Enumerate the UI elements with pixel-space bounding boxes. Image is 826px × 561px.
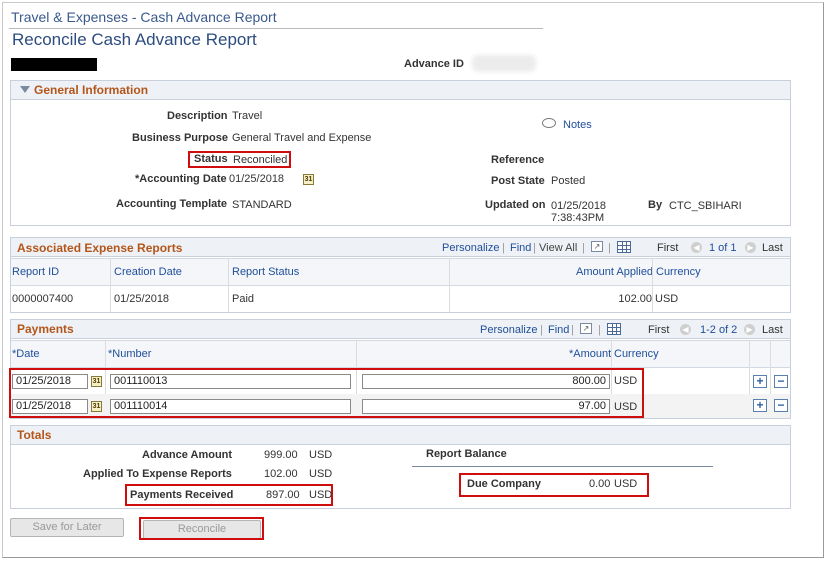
payments-received-label: Payments Received <box>130 489 234 501</box>
save-for-later-button[interactable]: Save for Later <box>10 518 124 537</box>
expense-find-link[interactable]: Find <box>510 242 531 254</box>
advance-id-value-redacted <box>472 55 536 72</box>
redacted-name-block <box>11 58 97 71</box>
payments-title: Payments <box>17 322 74 336</box>
description-label: Description <box>167 110 228 122</box>
report-balance-label: Report Balance <box>426 448 507 460</box>
col-report-status[interactable]: Report Status <box>232 266 299 278</box>
breadcrumb-divider <box>9 28 543 29</box>
col-payment-currency[interactable]: Currency <box>614 348 659 360</box>
post-state-value: Posted <box>551 175 586 187</box>
updated-on-time: 7:38:43PM <box>551 212 605 224</box>
due-company-value: 0.00 <box>589 478 611 490</box>
payments-last-label: Last <box>762 324 783 336</box>
previous-icon[interactable]: ◀ <box>691 242 702 253</box>
col-date[interactable]: *Date <box>12 348 40 360</box>
page-title: Reconcile Cash Advance Report <box>12 30 257 49</box>
applied-label: Applied To Expense Reports <box>83 468 232 480</box>
payments-next-icon[interactable]: ▶ <box>744 324 755 335</box>
advance-amount-currency: USD <box>309 449 333 461</box>
accounting-date-label: *Accounting Date <box>135 173 227 185</box>
expense-personalize-link[interactable]: Personalize <box>442 242 499 254</box>
totals-header <box>11 426 790 445</box>
plus-icon[interactable]: + <box>753 399 767 412</box>
notes-link[interactable]: Notes <box>563 119 592 131</box>
advance-amount-label: Advance Amount <box>142 449 233 461</box>
minus-icon[interactable]: − <box>774 375 788 388</box>
by-value: CTC_SBIHARI <box>669 200 742 212</box>
col-currency[interactable]: Currency <box>656 266 701 278</box>
payments-first-label: First <box>648 324 670 336</box>
table-row-status: Paid <box>232 293 255 305</box>
col-amount[interactable]: *Amount <box>569 348 611 360</box>
download-grid-icon[interactable] <box>617 241 631 253</box>
status-value: Reconciled <box>233 154 288 166</box>
calendar-icon[interactable]: 31 <box>303 174 314 185</box>
expense-first-label: First <box>657 242 679 254</box>
payments-received-value: 897.00 <box>266 489 300 501</box>
reconcile-highlight-box <box>139 517 264 540</box>
table-row-currency: USD <box>655 293 679 305</box>
expense-view-all-link[interactable]: View All <box>539 242 577 254</box>
updated-on-date: 01/25/2018 <box>551 200 607 212</box>
general-information-title: General Information <box>34 83 149 97</box>
zoom-icon[interactable]: ↗ <box>591 241 603 252</box>
expense-reports-title: Associated Expense Reports <box>17 241 183 255</box>
col-report-id[interactable]: Report ID <box>12 266 59 278</box>
by-label: By <box>648 199 663 211</box>
expense-last-label: Last <box>762 242 783 254</box>
payments-download-grid-icon[interactable] <box>607 323 621 335</box>
due-company-label: Due Company <box>467 478 541 490</box>
due-company-currency: USD <box>614 478 638 490</box>
reference-label: Reference <box>491 154 545 166</box>
business-purpose-value: General Travel and Expense <box>232 132 372 144</box>
report-balance-divider <box>412 466 713 467</box>
next-icon[interactable]: ▶ <box>745 242 756 253</box>
payments-range: 1-2 of 2 <box>700 324 738 336</box>
minus-icon[interactable]: − <box>774 399 788 412</box>
plus-icon[interactable]: + <box>753 375 767 388</box>
description-value: Travel <box>232 110 263 122</box>
totals-title: Totals <box>17 428 52 442</box>
applied-currency: USD <box>309 468 333 480</box>
table-row-creation-date: 01/25/2018 <box>114 293 170 305</box>
payments-find-link[interactable]: Find <box>548 324 569 336</box>
payments-personalize-link[interactable]: Personalize <box>480 324 537 336</box>
applied-value: 102.00 <box>264 468 298 480</box>
accounting-template-value: STANDARD <box>232 199 292 211</box>
accounting-date-value: 01/25/2018 <box>229 173 285 185</box>
accounting-template-label: Accounting Template <box>116 198 228 210</box>
col-number[interactable]: *Number <box>108 348 151 360</box>
payments-received-currency: USD <box>309 489 333 501</box>
triangle-down-icon[interactable] <box>20 86 30 93</box>
table-row-amount: 102.00 <box>618 293 652 305</box>
advance-id-label: Advance ID <box>404 58 464 70</box>
payments-header <box>11 320 790 339</box>
business-purpose-label: Business Purpose <box>132 132 228 144</box>
payments-highlight-box <box>9 368 644 418</box>
speech-bubble-icon[interactable] <box>542 118 556 128</box>
table-row-report-id: 0000007400 <box>12 293 74 305</box>
col-creation-date[interactable]: Creation Date <box>114 266 182 278</box>
payments-previous-icon[interactable]: ◀ <box>680 324 691 335</box>
updated-on-label: Updated on <box>485 199 546 211</box>
expense-range: 1 of 1 <box>709 242 737 254</box>
col-amount-applied[interactable]: Amount Applied <box>576 266 653 278</box>
status-label: Status <box>194 153 228 165</box>
post-state-label: Post State <box>491 175 545 187</box>
payments-zoom-icon[interactable]: ↗ <box>580 323 592 334</box>
advance-amount-value: 999.00 <box>264 449 298 461</box>
breadcrumb: Travel & Expenses - Cash Advance Report <box>11 9 277 25</box>
